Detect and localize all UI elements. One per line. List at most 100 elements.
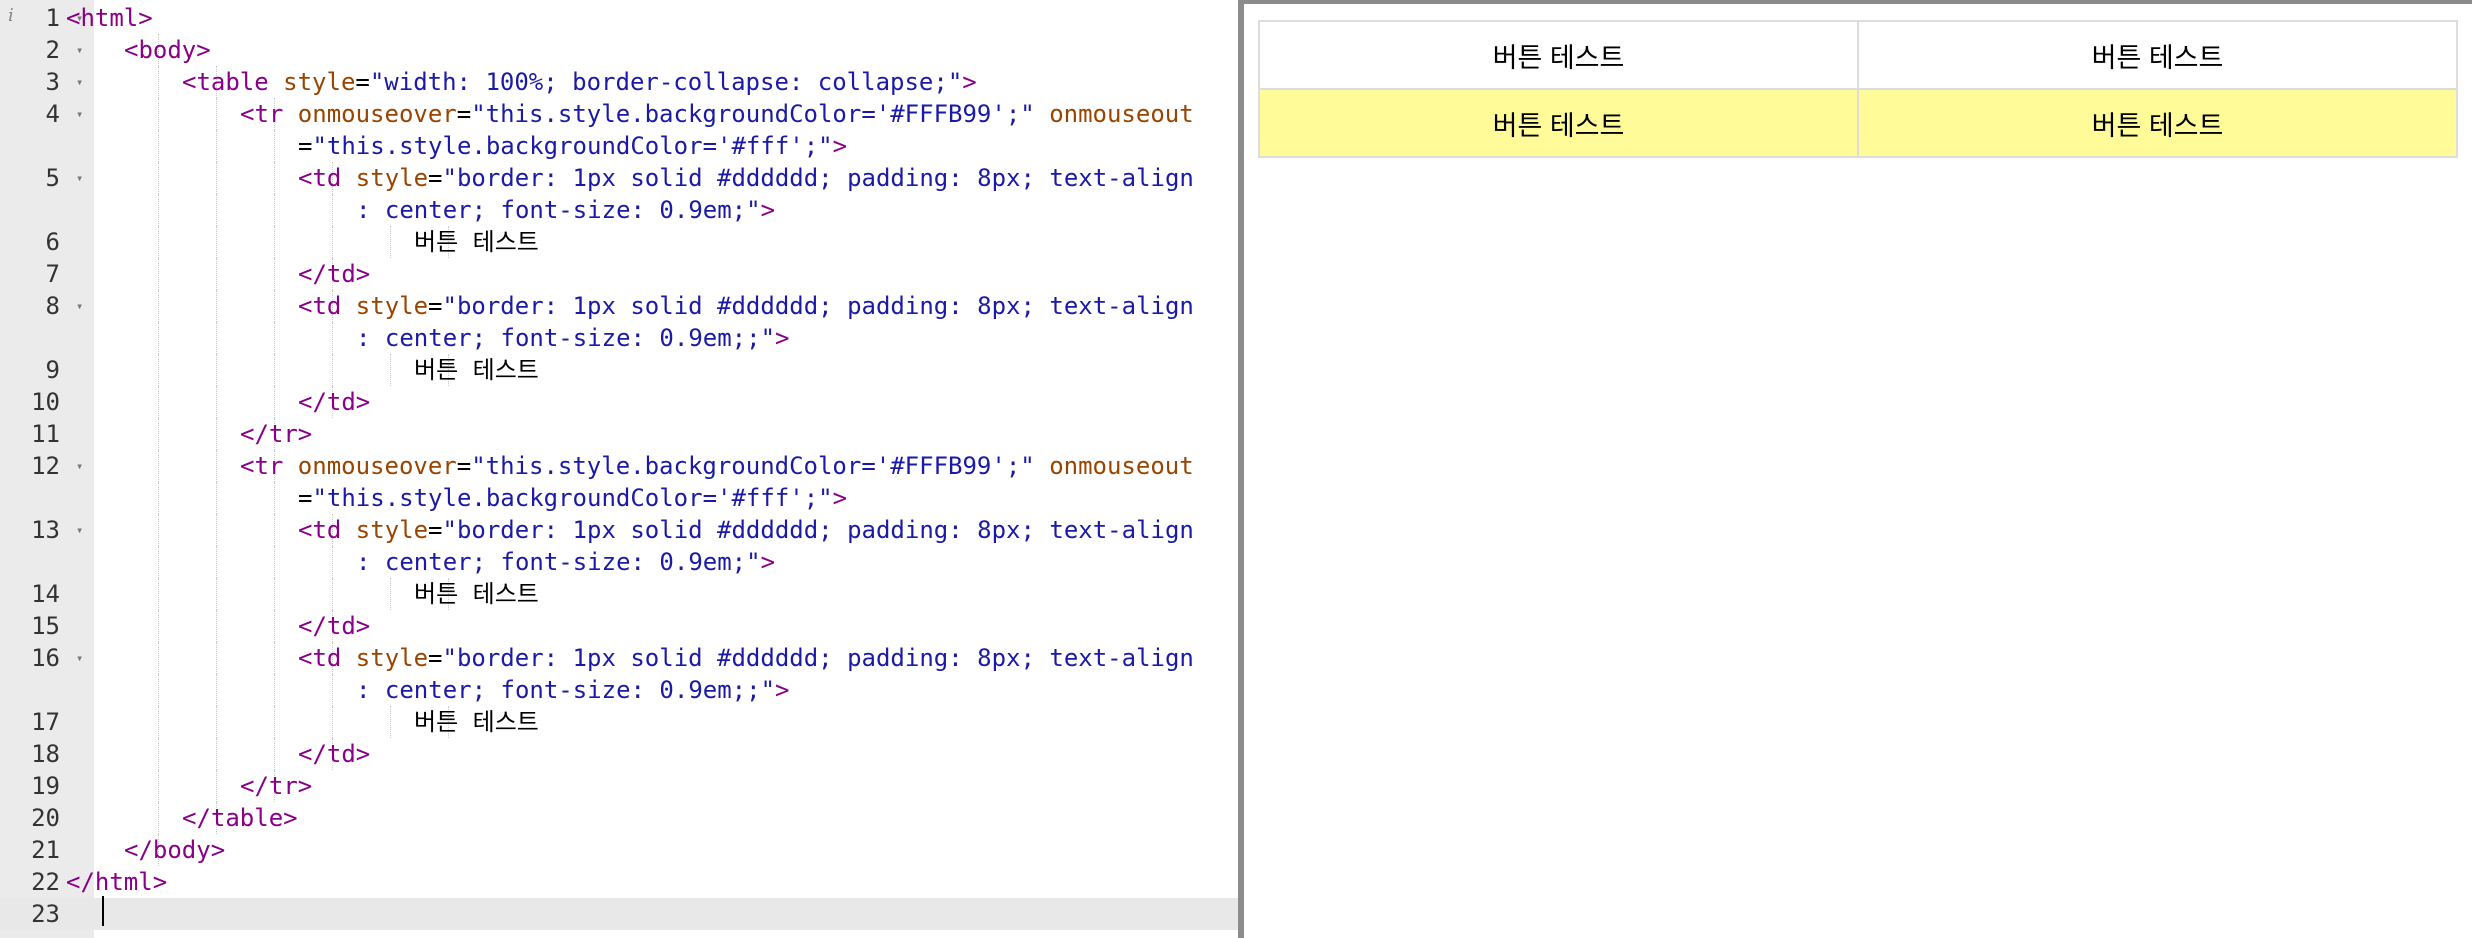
code-text[interactable]: <td style="border: 1px solid #dddddd; pa… [298,162,1194,194]
code-text[interactable]: </body> [124,834,225,866]
indent-guide [158,770,159,802]
code-line-row[interactable]: 1 ▾ <html> [0,2,1238,34]
code-line-row[interactable]: 8 ▾ <td style="border: 1px solid #dddddd; … [0,290,1238,322]
code-line-row[interactable]: 4 ▾ <tr onmouseover="this.style.background… [0,98,1238,130]
fold-toggle-icon[interactable]: ▾ [76,162,83,194]
code-text[interactable]: <html> [66,2,153,34]
code-text[interactable]: </td> [298,258,370,290]
fold-toggle-icon[interactable]: ▾ [76,290,83,322]
indent-guide [274,290,275,322]
code-text[interactable]: <body> [124,34,211,66]
code-text[interactable]: 버튼 테스트 [414,226,539,258]
code-text[interactable]: ="this.style.backgroundColor='#fff';"> [298,130,847,162]
code-text[interactable]: 버튼 테스트 [414,706,539,738]
code-text[interactable]: <td style="border: 1px solid #dddddd; pa… [298,642,1194,674]
code-line-row[interactable]: 10 </td> [0,386,1238,418]
indent-guide [158,354,159,386]
indent-guide [158,162,159,194]
code-text[interactable]: : center; font-size: 0.9em;"> [356,546,775,578]
preview-table-row[interactable]: 버튼 테스트 버튼 테스트 [1258,20,2458,90]
code-line-row[interactable]: 16 ▾ <td style="border: 1px solid #dddddd;… [0,642,1238,674]
code-line-row[interactable]: 11 </tr> [0,418,1238,450]
indent-guide [216,386,217,418]
code-text[interactable]: </html> [66,866,167,898]
code-line-row[interactable]: : center; font-size: 0.9em;"> [0,194,1238,226]
code-text[interactable]: : center; font-size: 0.9em;;"> [356,674,789,706]
code-line-row[interactable]: 3 ▾ <table style="width: 100%; border-coll… [0,66,1238,98]
code-token-tag: <tr [240,100,298,128]
indent-guide [216,674,217,706]
code-line-row[interactable]: 20 </table> [0,802,1238,834]
indent-guide [216,770,217,802]
indent-guide [216,418,217,450]
line-number: 19 [31,772,60,800]
code-token-attr: onmouseover [297,452,457,480]
indent-guide [274,578,275,610]
code-line-row[interactable]: 13 ▾ <td style="border: 1px solid #dddddd;… [0,514,1238,546]
fold-toggle-icon[interactable]: ▾ [76,450,83,482]
code-token-tag: <body> [124,36,211,64]
code-text[interactable]: </table> [182,802,298,834]
code-text[interactable]: : center; font-size: 0.9em;;"> [356,322,789,354]
code-text[interactable]: 버튼 테스트 [414,578,539,610]
code-text[interactable]: </tr> [240,770,312,802]
code-editor[interactable]: i 1 ▾ <html> 2 ▾ <body> 3 ▾ <table style="width:… [0,0,1238,938]
code-line-row[interactable]: 12 ▾ <tr onmouseover="this.style.backgroun… [0,450,1238,482]
code-line-row[interactable]: 15 </td> [0,610,1238,642]
fold-toggle-icon[interactable]: ▾ [76,66,83,98]
code-line-row[interactable]: 14 버튼 테스트 [0,578,1238,610]
code-text[interactable]: : center; font-size: 0.9em;"> [356,194,775,226]
code-line-row[interactable]: 18 </td> [0,738,1238,770]
code-line-row[interactable]: : center; font-size: 0.9em;;"> [0,674,1238,706]
line-number: 16 [31,644,60,672]
code-text[interactable]: 버튼 테스트 [414,354,539,386]
line-number: 17 [31,708,60,736]
code-token-tag: </td> [298,612,371,640]
code-text[interactable]: <table style="width: 100%; border-collap… [182,66,977,98]
line-number: 22 [31,868,60,896]
code-line-row[interactable]: 5 ▾ <td style="border: 1px solid #dddddd; … [0,162,1238,194]
code-line-row[interactable]: 7 </td> [0,258,1238,290]
fold-toggle-icon[interactable]: ▾ [76,514,83,546]
preview-table-cell: 버튼 테스트 [1857,20,2458,90]
code-line-row[interactable]: 6 버튼 테스트 [0,226,1238,258]
line-number: 2 [45,36,60,64]
code-line-row[interactable]: 17 버튼 테스트 [0,706,1238,738]
code-text[interactable]: <td style="border: 1px solid #dddddd; pa… [298,290,1194,322]
code-line-row[interactable]: : center; font-size: 0.9em;"> [0,546,1238,578]
code-text[interactable]: </td> [298,610,370,642]
indent-guide [216,354,217,386]
code-line-row[interactable]: 9 버튼 테스트 [0,354,1238,386]
indent-guide [274,322,275,354]
code-line-row[interactable]: 19 </tr> [0,770,1238,802]
indent-guide [390,578,391,610]
code-text[interactable]: <tr onmouseover="this.style.backgroundCo… [240,450,1194,482]
fold-toggle-icon[interactable]: ▾ [76,98,83,130]
indent-guide [274,162,275,194]
line-number: 3 [45,68,60,96]
code-line-row[interactable]: ="this.style.backgroundColor='#fff';"> [0,130,1238,162]
code-text[interactable]: </td> [298,386,370,418]
code-text[interactable]: <td style="border: 1px solid #dddddd; pa… [298,514,1194,546]
fold-toggle-icon[interactable]: ▾ [76,34,83,66]
code-token-str: "border: 1px solid #dddddd; padding: 8px… [442,164,1194,192]
code-line-row[interactable]: 22 </html> [0,866,1238,898]
indent-guide [158,514,159,546]
code-text[interactable]: </tr> [240,418,312,450]
code-line-row[interactable]: : center; font-size: 0.9em;;"> [0,322,1238,354]
preview-table-row[interactable]: 버튼 테스트 버튼 테스트 [1258,88,2458,158]
line-number: 14 [31,580,60,608]
code-line-row[interactable]: 21 </body> [0,834,1238,866]
code-text[interactable]: <tr onmouseover="this.style.backgroundCo… [240,98,1194,130]
code-line-row[interactable]: 23 [0,898,1238,930]
code-text[interactable]: ="this.style.backgroundColor='#fff';"> [298,482,847,514]
fold-toggle-icon[interactable]: ▾ [76,642,83,674]
indent-guide [158,226,159,258]
indent-guide [332,354,333,386]
code-line-row[interactable]: 2 ▾ <body> [0,34,1238,66]
code-token-str: "this.style.backgroundColor='#fff';" [312,132,833,160]
code-line-row[interactable]: ="this.style.backgroundColor='#fff';"> [0,482,1238,514]
line-number: 6 [45,228,60,256]
code-token-tag: <td [298,644,356,672]
code-text[interactable]: </td> [298,738,370,770]
